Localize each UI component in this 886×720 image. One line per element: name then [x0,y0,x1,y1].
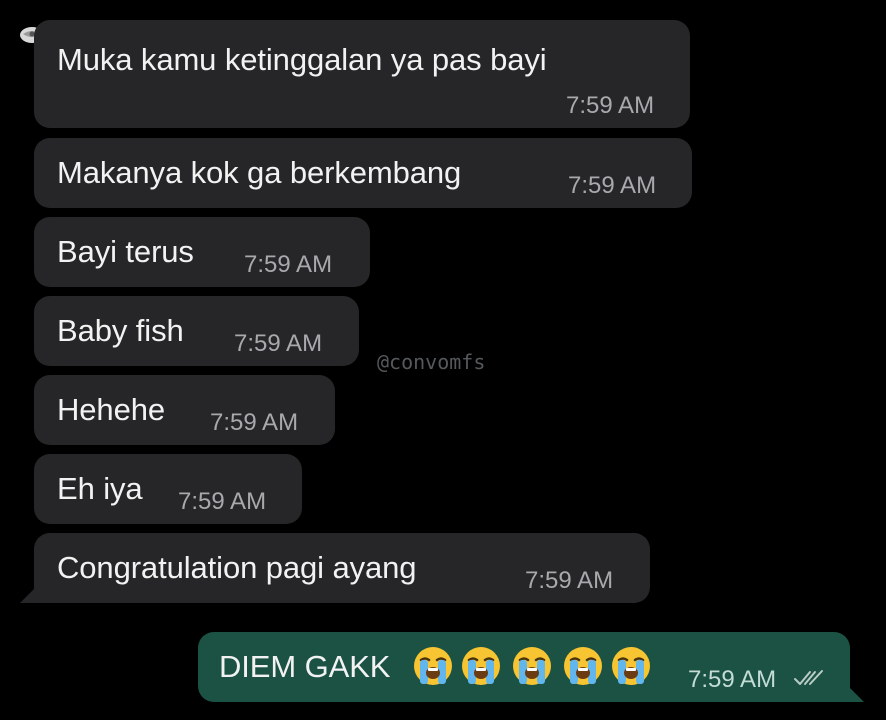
message-bubble[interactable]: Muka kamu ketinggalan ya pas bayi 7:59 A… [34,20,690,128]
loudly-crying-face-icon [612,647,650,685]
chat-thread: Muka kamu ketinggalan ya pas bayi 7:59 A… [0,0,886,720]
reply-text: DIEM GAKK [219,649,391,684]
message-time: 7:59 AM [566,92,655,119]
message-time: 7:59 AM [525,567,614,594]
message-text: Bayi terus [57,234,194,269]
message-bubble[interactable]: Baby fish 7:59 AM [34,296,359,366]
message-text: Hehehe [57,392,165,427]
loudly-crying-face-icon [414,647,452,685]
bubble-tail [20,581,42,603]
message-time: 7:59 AM [178,488,267,515]
message-time: 7:59 AM [568,172,657,199]
message-bubble[interactable]: Congratulation pagi ayang 7:59 AM [20,533,650,603]
bubble-tail [842,680,864,702]
message-text: Baby fish [57,313,184,348]
watermark: @convomfs [377,350,486,374]
message-bubble[interactable]: Bayi terus 7:59 AM [34,217,370,287]
message-time: 7:59 AM [244,251,333,278]
loudly-crying-face-icon [462,647,500,685]
message-text: Congratulation pagi ayang [57,550,417,585]
message-time: 7:59 AM [234,330,323,357]
loudly-crying-face-icon [513,647,551,685]
message-bubble[interactable]: Hehehe 7:59 AM [34,375,335,445]
reply-time: 7:59 AM [688,666,777,693]
message-text: Eh iya [57,471,143,506]
message-text: Makanya kok ga berkembang [57,155,462,190]
message-time: 7:59 AM [210,409,299,436]
message-bubble[interactable]: Makanya kok ga berkembang 7:59 AM [34,138,692,208]
double-check-icon [794,670,823,685]
loudly-crying-face-icon [564,647,602,685]
message-bubble[interactable]: Eh iya 7:59 AM [34,454,302,524]
message-text: Muka kamu ketinggalan ya pas bayi [57,42,547,77]
